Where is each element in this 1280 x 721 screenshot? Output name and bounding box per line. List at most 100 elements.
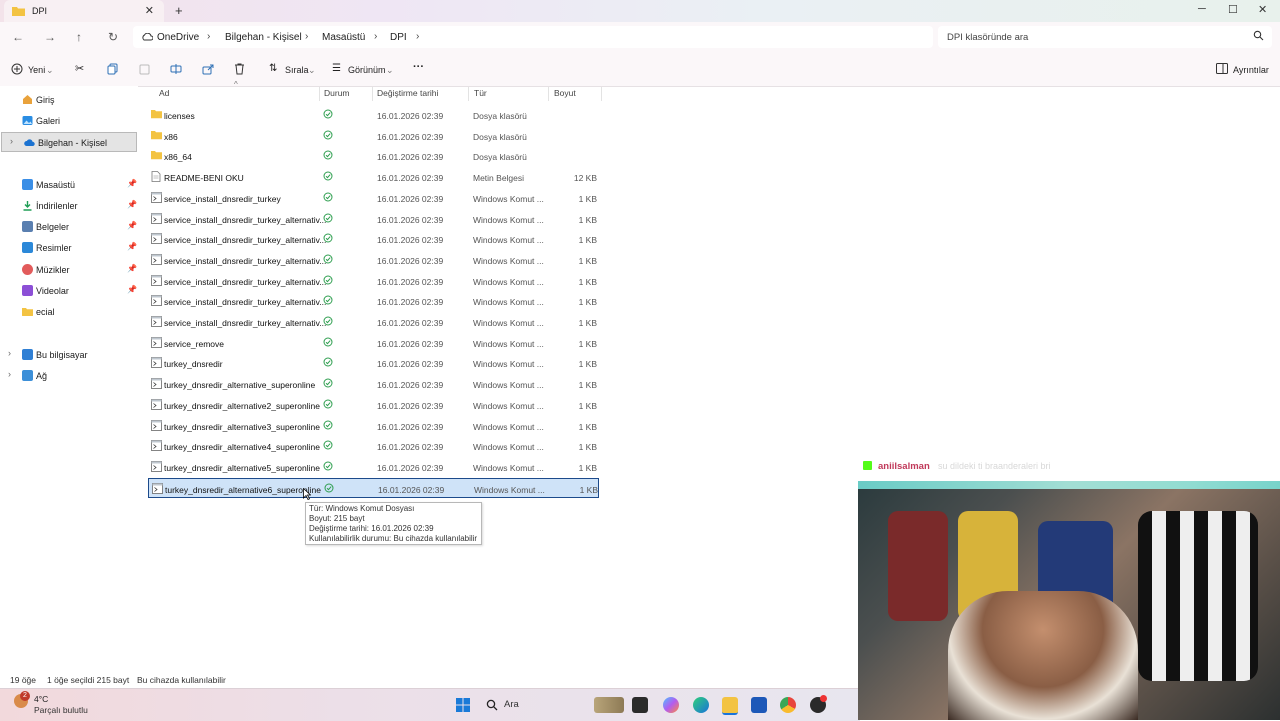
file-row[interactable]: service_install_dnsredir_turkey_alternat… (148, 291, 599, 311)
column-header-size[interactable]: Boyut (554, 88, 576, 102)
file-row[interactable]: turkey_dnsredir_alternative2_superonline… (148, 395, 599, 415)
copy-icon[interactable] (107, 63, 118, 75)
file-row[interactable]: service_remove 16.01.2026 02:39 Windows Ko… (148, 333, 599, 353)
sidebar-item-gallery[interactable]: Galeri (0, 111, 136, 131)
breadcrumb-bilgehan[interactable]: Bilgehan - Kişisel (225, 32, 302, 43)
column-header-type[interactable]: Tür (474, 88, 487, 102)
tab-dpi[interactable]: DPI ✕ (4, 0, 164, 22)
chevron-right-icon[interactable]: › (10, 136, 13, 146)
file-row[interactable]: turkey_dnsredir_alternative3_superonline… (148, 416, 599, 436)
batch-file-icon (151, 191, 162, 203)
column-divider[interactable] (372, 87, 373, 101)
file-row[interactable]: service_install_dnsredir_turkey_alternat… (148, 271, 599, 291)
file-row[interactable]: turkey_dnsredir_alternative6_superonline… (148, 477, 599, 498)
tooltip-modified: Değiştirme tarihi: 16.01.2026 02:39 (309, 524, 434, 533)
file-row[interactable]: turkey_dnsredir_alternative5_superonline… (148, 457, 599, 477)
sidebar-item-onedrive[interactable]: › Bilgehan - Kişisel (1, 132, 137, 152)
breadcrumb-masaustu[interactable]: Masaüstü (322, 32, 365, 43)
synced-check-icon (323, 275, 333, 285)
close-tab-icon[interactable]: ✕ (145, 4, 154, 17)
sidebar-item-downloads[interactable]: İndirilenler 📌 (0, 196, 137, 216)
up-icon[interactable]: ↑ (76, 30, 82, 44)
file-row[interactable]: service_install_dnsredir_turkey_alternat… (148, 209, 599, 229)
synced-check-icon (323, 254, 333, 264)
sidebar-item-videos[interactable]: Videolar 📌 (0, 281, 137, 301)
sidebar-item-label: Giriş (36, 95, 55, 105)
delete-icon[interactable] (234, 63, 245, 75)
file-row[interactable]: README-BENI OKU 16.01.2026 02:39 Metin Bel… (148, 167, 599, 187)
back-icon[interactable]: ← (12, 30, 24, 44)
column-divider[interactable] (468, 87, 469, 101)
pin-icon[interactable]: 📌 (127, 242, 137, 251)
file-row[interactable]: service_install_dnsredir_turkey_alternat… (148, 229, 599, 249)
pin-icon[interactable]: 📌 (127, 221, 137, 230)
taskbar-search-icon[interactable] (486, 699, 498, 711)
pin-icon[interactable]: 📌 (127, 200, 137, 209)
sidebar-item-this-pc[interactable]: › Bu bilgisayar (0, 345, 136, 365)
file-row[interactable]: turkey_dnsredir_alternative_superonline 1… (148, 374, 599, 394)
sidebar-item-pictures[interactable]: Resimler 📌 (0, 238, 137, 258)
sidebar-item-home[interactable]: Giriş (0, 90, 136, 110)
column-header-name[interactable]: Ad (159, 88, 169, 102)
file-row[interactable]: service_install_dnsredir_turkey_alternat… (148, 250, 599, 270)
new-tab-button[interactable]: + (175, 3, 183, 18)
file-explorer-icon[interactable] (722, 697, 738, 715)
weather-desc[interactable]: Parçalı bulutlu (34, 705, 88, 715)
column-divider[interactable] (601, 87, 602, 101)
chevron-right-icon[interactable]: › (8, 369, 11, 379)
share-icon[interactable] (202, 63, 214, 75)
sidebar-item-ecial[interactable]: ecial (0, 302, 136, 322)
taskbar-search-label[interactable]: Ara (504, 699, 519, 710)
minimize-button[interactable]: ─ (1198, 3, 1206, 15)
forward-icon[interactable]: → (44, 30, 56, 44)
file-row[interactable]: turkey_dnsredir 16.01.2026 02:39 Windows K… (148, 353, 599, 373)
column-header-modified[interactable]: Değiştirme tarihi (377, 88, 438, 102)
file-type: Windows Komut ... (474, 484, 545, 495)
paste-icon[interactable] (139, 63, 150, 75)
file-size: 1 KB (578, 359, 597, 370)
breadcrumb-onedrive[interactable]: OneDrive (157, 32, 199, 43)
more-options-button[interactable]: ··· (413, 61, 424, 73)
chevron-right-icon[interactable]: › (8, 348, 11, 358)
search-highlight-icon[interactable] (594, 697, 624, 713)
maximize-button[interactable]: ☐ (1228, 3, 1238, 16)
sidebar-item-network[interactable]: › Ağ (0, 366, 136, 386)
file-row[interactable]: x86_64 16.01.2026 02:39 Dosya klasörü (148, 146, 599, 166)
pin-icon[interactable]: 📌 (127, 264, 137, 273)
file-row[interactable]: service_install_dnsredir_turkey 16.01.202… (148, 188, 599, 208)
pin-icon[interactable]: 📌 (127, 285, 137, 294)
search-box[interactable]: DPI klasöründe ara (938, 26, 1272, 48)
sidebar-item-documents[interactable]: Belgeler 📌 (0, 217, 137, 237)
file-row[interactable]: turkey_dnsredir_alternative4_superonline… (148, 436, 599, 456)
breadcrumb[interactable]: OneDrive › Bilgehan - Kişisel › Masaüstü… (133, 26, 933, 48)
file-row[interactable]: x86 16.01.2026 02:39 Dosya klasörü (148, 126, 599, 146)
weather-temp[interactable]: 4°C (34, 694, 48, 704)
store-icon[interactable] (751, 697, 767, 713)
copilot-icon[interactable] (663, 697, 679, 713)
file-row[interactable]: service_install_dnsredir_turkey_alternat… (148, 312, 599, 332)
search-icon (1253, 30, 1264, 41)
column-divider[interactable] (548, 87, 549, 101)
task-view-icon[interactable] (632, 697, 648, 713)
sort-button[interactable]: Sırala (285, 65, 309, 75)
cut-icon[interactable]: ✂ (75, 62, 84, 75)
file-name: turkey_dnsredir_alternative5_superonline (164, 462, 320, 473)
windows-start-icon[interactable] (455, 697, 471, 713)
pictures-icon (22, 242, 33, 253)
search-input[interactable]: DPI klasöründe ara (947, 32, 1028, 43)
window-close-button[interactable]: ✕ (1258, 3, 1267, 16)
rename-icon[interactable] (170, 63, 182, 75)
file-row[interactable]: licenses 16.01.2026 02:39 Dosya klasörü (148, 105, 599, 125)
sidebar-item-music[interactable]: Müzikler 📌 (0, 260, 137, 280)
edge-icon[interactable] (693, 697, 709, 713)
chrome-icon[interactable] (780, 697, 796, 713)
column-divider[interactable] (319, 87, 320, 101)
new-button[interactable]: Yeni (28, 65, 45, 75)
details-button[interactable]: Ayrıntılar (1233, 65, 1269, 75)
breadcrumb-dpi[interactable]: DPI (390, 32, 407, 43)
sidebar-item-desktop[interactable]: Masaüstü 📌 (0, 175, 137, 195)
refresh-icon[interactable]: ↻ (108, 30, 118, 44)
column-header-status[interactable]: Durum (324, 88, 350, 102)
view-button[interactable]: Görünüm (348, 65, 386, 75)
pin-icon[interactable]: 📌 (127, 179, 137, 188)
